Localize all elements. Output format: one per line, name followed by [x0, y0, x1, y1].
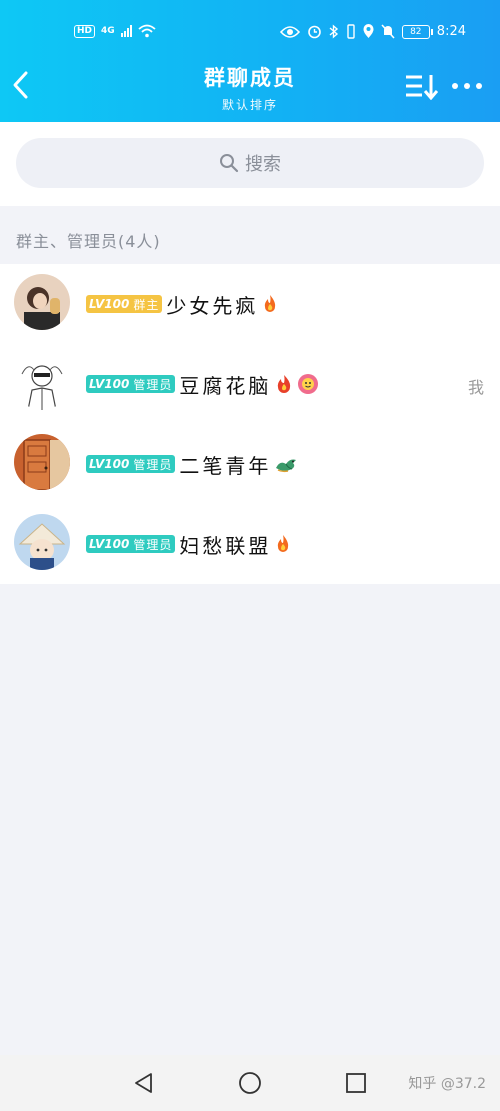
watermark: 知乎 @37.2 — [408, 1076, 486, 1092]
member-row[interactable]: LV100 群主 少女先疯 — [0, 264, 500, 344]
signal-icon — [120, 25, 132, 37]
status-time: 8:24 — [436, 24, 466, 39]
role-label: 群主 — [133, 297, 160, 312]
member-name: 二笔青年 — [179, 453, 272, 478]
member-name: 豆腐花脑 — [179, 373, 272, 398]
member-name: 少女先疯 — [166, 293, 259, 318]
avatar-anime-icon[interactable] — [14, 514, 70, 570]
member-name: 妇愁联盟 — [179, 533, 272, 558]
search-section: 搜索 — [0, 122, 500, 206]
search-icon — [220, 154, 239, 173]
sort-icon[interactable] — [404, 72, 438, 100]
role-label: 管理员 — [133, 537, 173, 552]
fire-icon — [278, 535, 289, 552]
top-header: HD 4G 82 8:24 群聊成员 默认排序 — [0, 0, 500, 122]
bluetooth-icon — [329, 24, 338, 39]
nav-home-icon[interactable] — [238, 1071, 262, 1095]
alarm-icon — [307, 25, 321, 39]
level-label: LV100 — [89, 297, 130, 311]
role-badge: LV100 管理员 — [86, 455, 176, 473]
vibrate-icon — [347, 24, 355, 39]
mute-icon — [381, 24, 395, 39]
more-icon[interactable] — [452, 78, 486, 94]
avatar-photo-icon[interactable] — [14, 274, 70, 330]
search-input[interactable]: 搜索 — [16, 138, 484, 188]
role-label: 管理员 — [133, 457, 173, 472]
nav-recent-icon[interactable] — [344, 1071, 368, 1095]
level-label: LV100 — [89, 537, 130, 551]
eye-icon — [279, 25, 300, 38]
nav-back-icon[interactable] — [132, 1071, 156, 1095]
member-list: LV100 群主 少女先疯 LV100 管理员 豆腐花脑 我 LV100 管理员 二笔… — [0, 264, 500, 584]
role-badge: LV100 管理员 — [86, 535, 176, 553]
search-placeholder: 搜索 — [245, 154, 281, 175]
wifi-icon — [138, 24, 156, 38]
avatar-sketch-icon[interactable] — [14, 354, 70, 410]
member-row[interactable]: LV100 管理员 妇愁联盟 — [0, 504, 500, 584]
fire-icon — [265, 295, 276, 312]
avatar-door-icon[interactable] — [14, 434, 70, 490]
role-badge: LV100 管理员 — [86, 375, 176, 393]
role-label: 管理员 — [133, 377, 173, 392]
location-icon — [363, 24, 374, 38]
member-row[interactable]: LV100 管理员 二笔青年 — [0, 424, 500, 504]
status-bar: HD 4G 82 8:24 — [0, 18, 500, 46]
fire-icon — [278, 375, 291, 393]
flower-face-icon — [298, 374, 319, 394]
level-label: LV100 — [89, 457, 130, 471]
network-type: 4G — [101, 26, 115, 36]
role-badge: LV100 群主 — [86, 295, 163, 313]
dragon-icon — [276, 459, 297, 473]
battery-icon: 82 — [401, 24, 433, 39]
me-tag: 我 — [467, 378, 484, 397]
system-nav-bar: 知乎 @37.2 — [0, 1055, 500, 1111]
level-label: LV100 — [89, 377, 130, 391]
member-row[interactable]: LV100 管理员 豆腐花脑 我 — [0, 344, 500, 424]
hd-icon: HD — [74, 24, 96, 38]
section-header: 群主、管理员(4人) — [16, 232, 161, 251]
